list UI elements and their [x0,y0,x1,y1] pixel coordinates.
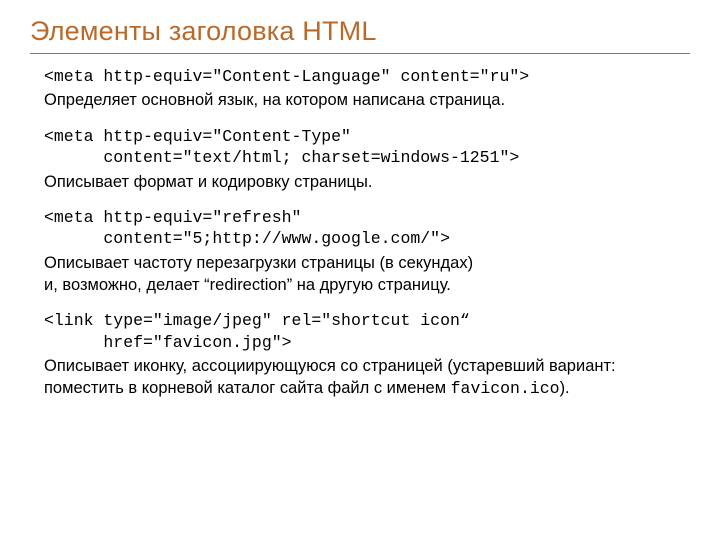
block-2: <meta http-equiv="Content-Type" content=… [44,126,690,193]
desc-3: Описывает частоту перезагрузки страницы … [44,252,690,297]
desc-4: Описывает иконку, ассоциирующуюся со стр… [44,355,690,401]
desc-4-suffix: ). [560,379,570,397]
slide: Элементы заголовка HTML <meta http-equiv… [0,0,720,540]
slide-content: <meta http-equiv="Content-Language" cont… [30,66,690,401]
block-4: <link type="image/jpeg" rel="shortcut ic… [44,310,690,400]
block-3: <meta http-equiv="refresh" content="5;ht… [44,207,690,296]
block-1: <meta http-equiv="Content-Language" cont… [44,66,690,112]
desc-2: Описывает формат и кодировку страницы. [44,171,690,193]
desc-4-mono: favicon.ico [451,379,560,398]
slide-title: Элементы заголовка HTML [30,16,690,47]
desc-1: Определяет основной язык, на котором нап… [44,89,690,111]
code-3: <meta http-equiv="refresh" content="5;ht… [44,207,690,250]
code-4: <link type="image/jpeg" rel="shortcut ic… [44,310,690,353]
title-rule [30,53,690,54]
code-1: <meta http-equiv="Content-Language" cont… [44,66,690,87]
code-2: <meta http-equiv="Content-Type" content=… [44,126,690,169]
